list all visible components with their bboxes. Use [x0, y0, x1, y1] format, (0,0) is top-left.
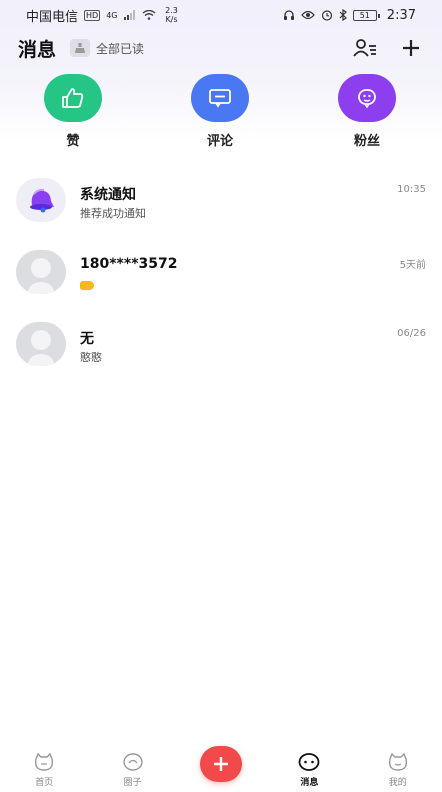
nav-circle-label: 圈子: [123, 778, 142, 788]
message-category-shortcuts: 赞 评论 粉丝: [0, 74, 442, 149]
clock-time: 2:37: [386, 7, 416, 23]
add-button[interactable]: [398, 35, 424, 61]
alarm-icon: [321, 10, 332, 21]
bell-icon: [30, 188, 54, 213]
message-icon: [298, 752, 320, 772]
bottom-nav: 首页 圈子 消息 我的: [0, 742, 442, 792]
shortcut-comments[interactable]: 评论: [175, 74, 265, 149]
plus-icon: [403, 40, 419, 56]
message-item-user[interactable]: 无 憨憨 06/26: [0, 316, 442, 388]
message-subtitle: 憨憨: [80, 351, 102, 364]
message-title: 无: [80, 331, 94, 347]
shortcut-fans-label: 粉丝: [353, 134, 380, 149]
fans-circle: [338, 74, 396, 122]
mark-all-read-button[interactable]: 全部已读: [70, 39, 144, 57]
nav-home-label: 首页: [35, 778, 54, 788]
message-time: 06/26: [397, 328, 426, 339]
contacts-button[interactable]: [352, 35, 378, 61]
message-list: 系统通知 推荐成功通知 10:35 180****3572 5天前 无 憨憨 0…: [0, 172, 442, 388]
message-title: 系统通知: [80, 187, 136, 203]
eye-icon: [301, 10, 315, 20]
comments-circle: [191, 74, 249, 122]
shortcut-fans[interactable]: 粉丝: [322, 74, 412, 149]
signal-icon: [123, 10, 135, 20]
thumbs-up-icon: [62, 88, 84, 108]
message-item-system[interactable]: 系统通知 推荐成功通知 10:35: [0, 172, 442, 244]
nav-circle[interactable]: 圈子: [103, 752, 163, 788]
shortcut-comments-label: 评论: [206, 134, 233, 149]
header: 消息 全部已读: [0, 30, 442, 66]
fans-face-icon: [358, 89, 376, 109]
carrier-label: 中国电信: [26, 9, 79, 25]
headset-icon: [283, 10, 294, 20]
battery-icon: 51: [352, 9, 380, 21]
comment-icon: [209, 89, 231, 108]
nav-publish-button[interactable]: [191, 746, 251, 788]
default-avatar-icon: [28, 330, 54, 366]
contacts-icon: [353, 39, 376, 57]
profile-icon: [387, 752, 409, 772]
shortcut-likes[interactable]: 赞: [28, 74, 118, 149]
plus-icon: [213, 757, 228, 771]
nav-home[interactable]: 首页: [14, 752, 74, 788]
signal-tag: 4G: [106, 10, 118, 20]
shortcut-likes-label: 赞: [66, 134, 80, 149]
nav-profile[interactable]: 我的: [368, 752, 428, 788]
nav-profile-label: 我的: [388, 778, 407, 788]
mark-all-read-label: 全部已读: [96, 41, 145, 56]
net-speed: 2.3 K/s: [165, 6, 178, 24]
message-time: 5天前: [399, 260, 426, 271]
hd-tag: HD: [84, 9, 101, 21]
message-subtitle: 推荐成功通知: [80, 207, 146, 220]
avatar: [16, 178, 66, 222]
avatar: [16, 250, 66, 294]
message-item-user[interactable]: 180****3572 5天前: [0, 244, 442, 316]
circle-icon: [122, 752, 144, 772]
nav-messages-label: 消息: [300, 778, 319, 788]
wifi-icon: [142, 10, 155, 20]
message-time: 10:35: [397, 184, 426, 195]
message-title: 180****3572: [80, 256, 178, 272]
nav-messages[interactable]: 消息: [279, 752, 339, 788]
avatar: [16, 322, 66, 366]
page-title: 消息: [18, 38, 57, 61]
hand-emoji-icon: [80, 280, 94, 293]
status-bar: 中国电信 HD 4G 2.3 K/s 51 2:37: [0, 0, 442, 30]
default-avatar-icon: [28, 258, 54, 294]
broom-icon: [70, 39, 91, 57]
bluetooth-icon: [339, 9, 347, 21]
likes-circle: [44, 74, 102, 122]
publish-fab: [199, 746, 242, 782]
home-icon: [33, 752, 55, 772]
